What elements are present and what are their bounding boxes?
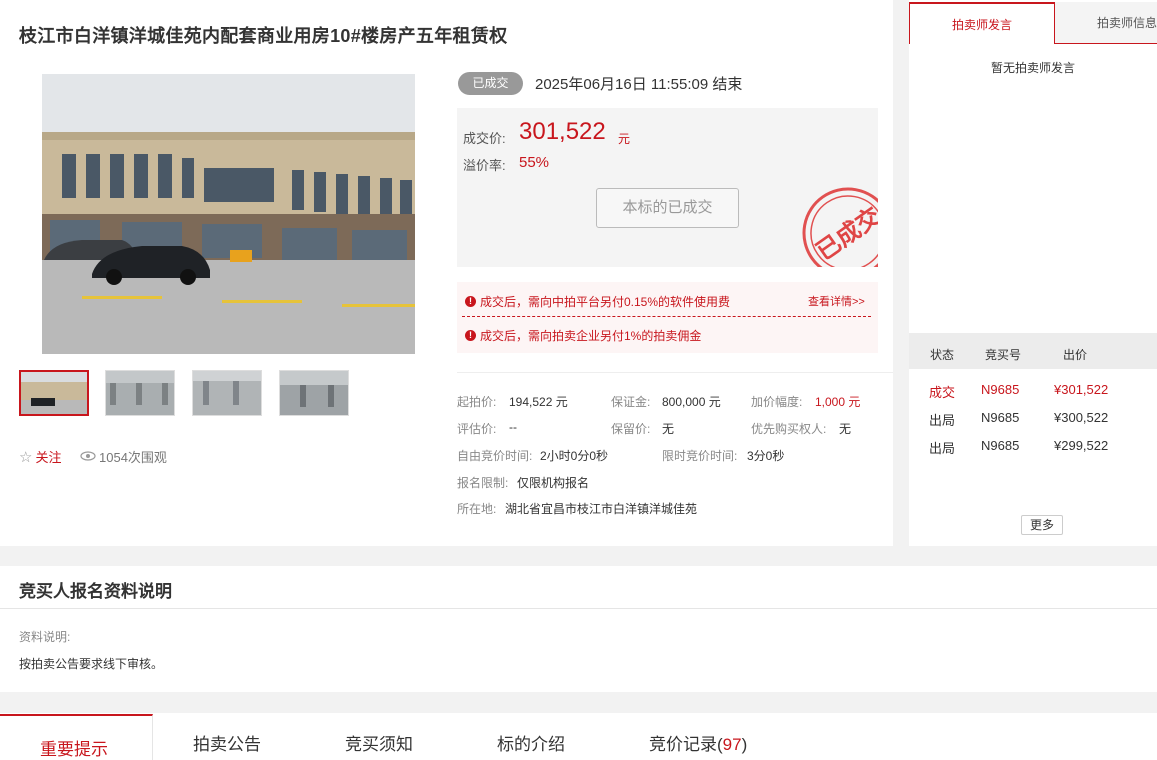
col-bidder: 竞买号 xyxy=(985,348,1022,362)
deposit-value: 800,000 元 xyxy=(662,395,721,409)
tab-announcement[interactable]: 拍卖公告 xyxy=(193,730,261,755)
deal-price-label: 成交价: xyxy=(463,131,506,146)
deal-price-unit: 元 xyxy=(618,132,631,146)
section-title: 竞买人报名资料说明 xyxy=(19,582,172,601)
priority-label: 优先购买权人: xyxy=(751,422,827,436)
bid-row-3-price: ¥299,522 xyxy=(1054,438,1109,453)
registration-value: 仅限机构报名 xyxy=(517,476,590,490)
tab-bid-records-label: 竞价记录 xyxy=(649,735,717,754)
views-label: 1054次围观 xyxy=(99,450,167,465)
tab-bidding-notes[interactable]: 竞买须知 xyxy=(345,730,413,755)
status-badge: 已成交 xyxy=(458,72,523,95)
bid-row-2-number: N9685 xyxy=(981,410,1020,425)
bid-row-1-status: 成交 xyxy=(929,385,956,400)
increment-label: 加价幅度: xyxy=(751,395,803,409)
divider xyxy=(0,608,1157,609)
col-price: 出价 xyxy=(1063,348,1088,362)
bid-row-2-status: 出局 xyxy=(929,413,956,428)
priority-value: 无 xyxy=(839,422,852,436)
deposit-label: 保证金: xyxy=(611,395,651,409)
no-remarks-text: 暂无拍卖师发言 xyxy=(990,61,1075,75)
bid-row-3-number: N9685 xyxy=(981,438,1020,453)
sold-stamp: 已成交 xyxy=(802,187,878,267)
side-panel xyxy=(909,0,1157,546)
section-label: 资料说明: xyxy=(19,630,71,644)
thumbnail-4[interactable] xyxy=(279,370,349,416)
divider xyxy=(457,372,893,373)
free-time-value: 2小时0分0秒 xyxy=(540,449,609,463)
deal-price: 301,522 xyxy=(519,118,606,145)
more-bids-button[interactable]: 更多 xyxy=(1021,515,1063,535)
eye-icon xyxy=(80,449,96,464)
warning-icon: ! xyxy=(465,296,476,307)
view-count: 1054次围观 xyxy=(80,447,167,466)
registration-label: 报名限制: xyxy=(457,476,509,490)
tab-auctioneer-info[interactable]: 拍卖师信息 xyxy=(1055,2,1157,44)
thumbnail-3[interactable] xyxy=(192,370,262,416)
tab-important-label[interactable]: 重要提示 xyxy=(40,735,108,760)
notice-2: ! 成交后，需向拍卖企业另付1%的拍卖佣金 xyxy=(465,327,701,344)
start-price-value: 194,522 元 xyxy=(509,395,568,409)
details-link[interactable]: 查看详情>> xyxy=(808,293,865,309)
reserve-value: 无 xyxy=(662,422,675,436)
tab-auctioneer-remarks[interactable]: 拍卖师发言 xyxy=(909,2,1055,44)
bid-row-2-price: ¥300,522 xyxy=(1054,410,1109,425)
main-photo[interactable] xyxy=(42,74,415,354)
bid-row-1-number: N9685 xyxy=(981,382,1020,397)
stamp-text: 已成交 xyxy=(811,202,878,266)
follow-button[interactable]: ☆ 关注 xyxy=(19,447,61,466)
col-status: 状态 xyxy=(930,348,955,362)
limit-time-value: 3分0秒 xyxy=(747,449,785,463)
premium-value: 55% xyxy=(519,154,550,171)
tab-item-intro[interactable]: 标的介绍 xyxy=(497,730,565,755)
reserve-label: 保留价: xyxy=(611,422,651,436)
star-icon: ☆ xyxy=(19,448,33,466)
sold-button[interactable]: 本标的已成交 xyxy=(596,188,739,228)
limit-time-label: 限时竞价时间: xyxy=(662,449,738,463)
location-value: 湖北省宜昌市枝江市白洋镇洋城佳苑 xyxy=(505,502,698,516)
bid-row-3-status: 出局 xyxy=(929,441,956,456)
end-time: 2025年06月16日 11:55:09 结束 xyxy=(535,76,743,93)
registration-section xyxy=(0,566,1157,692)
page-title: 枝江市白洋镇洋城佳苑内配套商业用房10#楼房产五年租赁权 xyxy=(19,26,508,46)
start-price-label: 起拍价: xyxy=(457,395,497,409)
tab-bar xyxy=(0,713,1157,760)
thumbnail-1[interactable] xyxy=(19,370,89,416)
free-time-label: 自由竞价时间: xyxy=(457,449,533,463)
location-label: 所在地: xyxy=(457,502,497,516)
bid-records-count: 97 xyxy=(722,735,742,754)
notice-1-text: 成交后，需向中拍平台另付0.15%的软件使用费 xyxy=(480,295,731,309)
tab-bid-records[interactable]: 竞价记录(97) xyxy=(649,730,747,755)
assessed-value: -- xyxy=(509,420,517,434)
premium-label: 溢价率: xyxy=(463,158,506,173)
thumbnail-2[interactable] xyxy=(105,370,175,416)
assessed-label: 评估价: xyxy=(457,422,497,436)
section-text: 按拍卖公告要求线下审核。 xyxy=(19,657,164,671)
bid-row-1-price: ¥301,522 xyxy=(1054,382,1109,397)
notice-2-text: 成交后，需向拍卖企业另付1%的拍卖佣金 xyxy=(480,329,702,343)
divider xyxy=(462,316,871,317)
warning-icon: ! xyxy=(465,330,476,341)
follow-label: 关注 xyxy=(35,450,62,465)
notice-1: ! 成交后，需向中拍平台另付0.15%的软件使用费 xyxy=(465,293,730,310)
increment-value: 1,000 元 xyxy=(815,395,861,409)
